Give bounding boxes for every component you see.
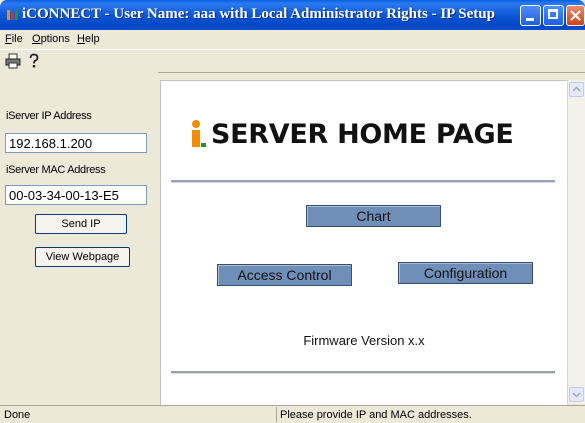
scroll-down-icon xyxy=(572,392,581,398)
status-bar: Done Please provide IP and MAC addresses… xyxy=(0,405,585,423)
left-panel: iServer IP Address 192.168.1.200 iServer… xyxy=(0,72,158,404)
app-icon xyxy=(7,9,18,20)
firmware-version: Firmware Version x.x xyxy=(303,333,425,348)
menu-help-accel: H xyxy=(77,33,85,45)
maximize-icon xyxy=(548,9,558,19)
divider-top xyxy=(171,180,555,183)
access-control-button[interactable]: Access Control xyxy=(217,264,352,286)
mac-address-field[interactable]: 00-03-34-00-13-E5 xyxy=(5,185,147,205)
window-title: iCONNECT - User Name: aaa with Local Adm… xyxy=(22,6,495,22)
maximize-button[interactable] xyxy=(543,5,564,26)
page-headline: SERVER HOME PAGE xyxy=(211,119,514,150)
mac-address-label: iServer MAC Address xyxy=(6,164,106,176)
close-button[interactable] xyxy=(566,5,585,26)
menu-options-accel: O xyxy=(32,33,41,45)
app-window: iCONNECT - User Name: aaa with Local Adm… xyxy=(0,0,585,423)
status-message: Please provide IP and MAC addresses. xyxy=(280,409,472,421)
menu-options[interactable]: Options xyxy=(32,33,70,45)
minimize-icon xyxy=(526,18,534,21)
iserver-logo-icon xyxy=(192,120,206,147)
scroll-up-icon xyxy=(572,86,581,92)
menu-options-label: ptions xyxy=(40,33,70,45)
close-icon xyxy=(570,10,581,21)
menu-bar: File Options Help xyxy=(0,30,585,49)
printer-icon[interactable] xyxy=(5,53,21,69)
menu-file-accel: F xyxy=(5,33,12,45)
configuration-button[interactable]: Configuration xyxy=(398,262,533,284)
menu-file[interactable]: File xyxy=(5,33,23,45)
divider-bottom xyxy=(171,371,555,374)
help-icon[interactable] xyxy=(26,53,42,69)
scroll-up-button[interactable] xyxy=(569,82,584,97)
minimize-button[interactable] xyxy=(520,5,541,26)
status-separator xyxy=(276,407,277,422)
send-ip-button[interactable]: Send IP xyxy=(35,214,127,234)
webpage-view: SERVER HOME PAGE Chart Access Control Co… xyxy=(160,80,567,405)
view-webpage-button[interactable]: View Webpage xyxy=(35,247,130,267)
ip-address-field[interactable]: 192.168.1.200 xyxy=(5,133,147,153)
status-text: Done xyxy=(4,409,31,421)
menu-help[interactable]: Help xyxy=(77,33,100,45)
ip-address-label: iServer IP Address xyxy=(6,110,92,122)
menu-help-label: elp xyxy=(84,33,100,45)
scroll-down-button[interactable] xyxy=(569,387,584,402)
chart-button[interactable]: Chart xyxy=(306,205,441,227)
vertical-scrollbar[interactable] xyxy=(567,80,585,404)
toolbar xyxy=(0,49,585,73)
title-bar[interactable]: iCONNECT - User Name: aaa with Local Adm… xyxy=(0,0,585,30)
menu-file-label: ile xyxy=(11,33,23,45)
